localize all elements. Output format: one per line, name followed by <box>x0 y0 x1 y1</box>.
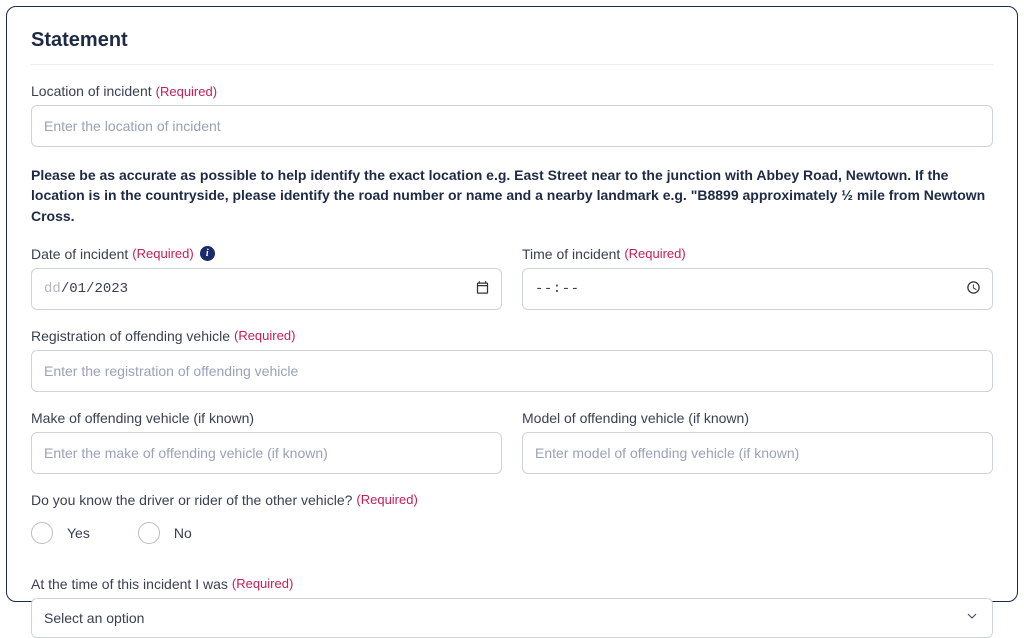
label-text: Time of incident <box>522 246 620 262</box>
date-input[interactable]: dd/01/2023 <box>31 268 502 310</box>
label-text: Date of incident <box>31 246 128 262</box>
make-label: Make of offending vehicle (if known) <box>31 410 502 426</box>
at-time-field: At the time of this incident I was (Requ… <box>31 576 993 638</box>
radio-yes[interactable]: Yes <box>31 522 90 544</box>
radio-circle-icon <box>138 522 160 544</box>
chevron-down-icon <box>964 608 980 627</box>
registration-field: Registration of offending vehicle (Requi… <box>31 328 993 392</box>
radio-no[interactable]: No <box>138 522 192 544</box>
required-marker: (Required) <box>156 84 217 99</box>
know-driver-options: Yes No <box>31 522 993 544</box>
radio-no-label: No <box>174 525 192 541</box>
time-label: Time of incident (Required) <box>522 246 993 262</box>
required-marker: (Required) <box>232 576 293 591</box>
at-time-select[interactable]: Select an option <box>31 598 993 638</box>
panel-title: Statement <box>31 29 993 52</box>
radio-yes-label: Yes <box>67 525 90 541</box>
location-helper-text: Please be as accurate as possible to hel… <box>31 165 993 226</box>
required-marker: (Required) <box>234 328 295 343</box>
required-marker: (Required) <box>132 246 193 261</box>
time-field: Time of incident (Required) --:-- <box>522 246 993 310</box>
time-input[interactable]: --:-- <box>522 268 993 310</box>
radio-circle-icon <box>31 522 53 544</box>
statement-panel: Statement Location of incident (Required… <box>6 6 1018 602</box>
know-driver-label: Do you know the driver or rider of the o… <box>31 492 993 508</box>
know-driver-field: Do you know the driver or rider of the o… <box>31 492 993 544</box>
info-icon[interactable]: i <box>200 246 215 261</box>
label-text: Do you know the driver or rider of the o… <box>31 492 352 508</box>
divider <box>31 64 993 65</box>
model-input[interactable] <box>522 432 993 474</box>
registration-input[interactable] <box>31 350 993 392</box>
registration-label: Registration of offending vehicle (Requi… <box>31 328 993 344</box>
date-label: Date of incident (Required) i <box>31 246 502 262</box>
make-input[interactable] <box>31 432 502 474</box>
date-time-row: Date of incident (Required) i dd/01/2023… <box>31 246 993 310</box>
select-value: Select an option <box>44 610 144 626</box>
location-input[interactable] <box>31 105 993 147</box>
make-field: Make of offending vehicle (if known) <box>31 410 502 474</box>
model-label: Model of offending vehicle (if known) <box>522 410 993 426</box>
location-field: Location of incident (Required) <box>31 83 993 147</box>
label-text: Registration of offending vehicle <box>31 328 230 344</box>
make-model-row: Make of offending vehicle (if known) Mod… <box>31 410 993 474</box>
label-text: Location of incident <box>31 83 152 99</box>
required-marker: (Required) <box>624 246 685 261</box>
model-field: Model of offending vehicle (if known) <box>522 410 993 474</box>
date-field: Date of incident (Required) i dd/01/2023 <box>31 246 502 310</box>
required-marker: (Required) <box>356 492 417 507</box>
label-text: At the time of this incident I was <box>31 576 228 592</box>
at-time-label: At the time of this incident I was (Requ… <box>31 576 993 592</box>
location-label: Location of incident (Required) <box>31 83 993 99</box>
